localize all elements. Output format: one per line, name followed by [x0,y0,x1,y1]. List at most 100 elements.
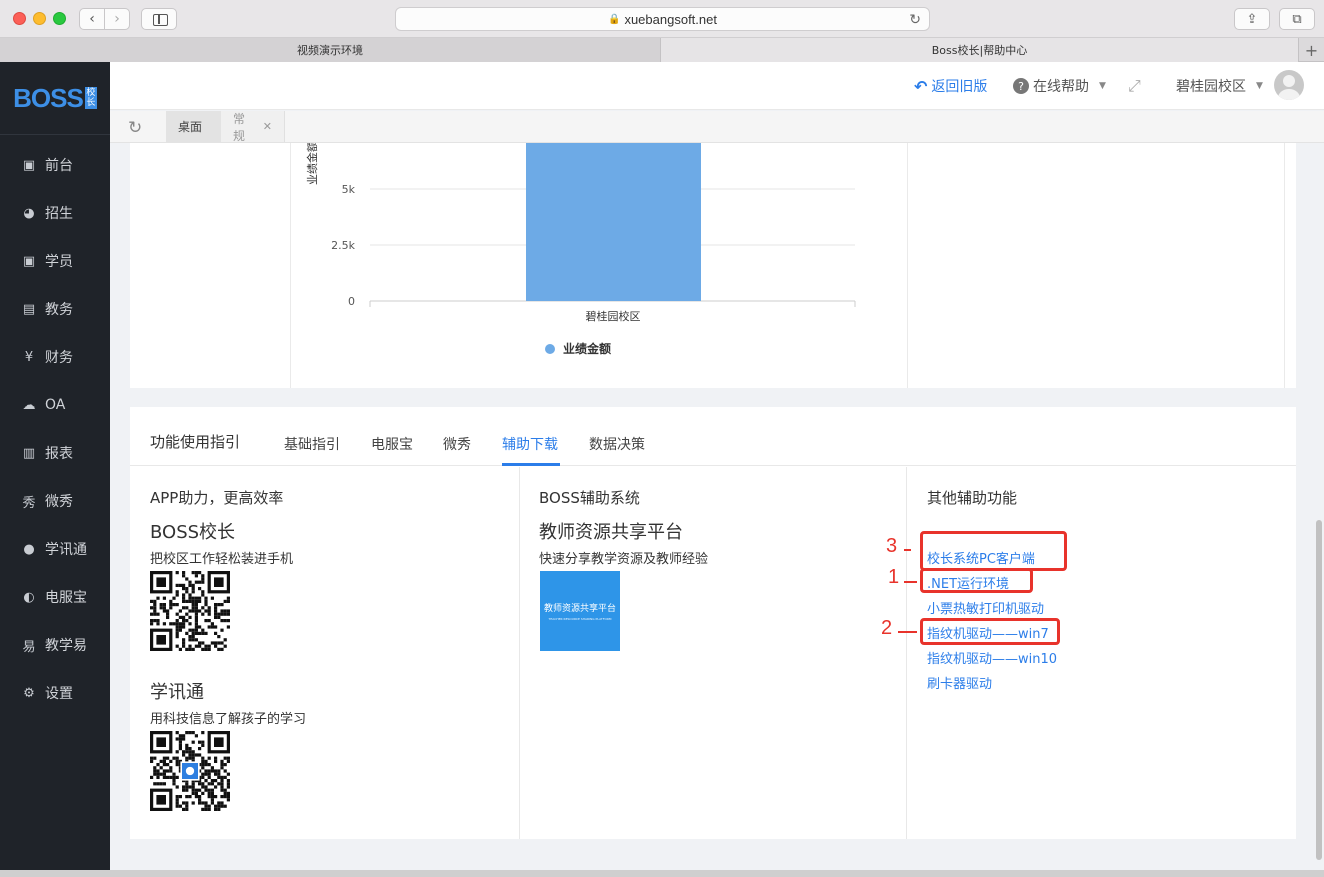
performance-bar-chart: 0 2.5k 5k 碧桂园校区 业绩金额 [305,143,856,323]
sidebar-item-frontdesk[interactable]: ▣ 前台 [0,141,110,189]
qr-module [153,766,157,770]
minimize-window-button[interactable] [33,12,46,25]
qr-module [153,772,157,776]
qr-module [198,798,202,802]
logo[interactable]: BOSS 校长 [0,62,110,135]
qr-module [201,628,205,632]
sidebar-item-enroll[interactable]: ◕ 招生 [0,189,110,237]
browser-tab[interactable]: 视频演示环境 [0,38,661,62]
tab-downloads[interactable]: 辅助下载 [502,434,558,454]
qr-module [226,599,230,603]
qr-module [185,587,189,591]
zoom-window-button[interactable] [53,12,66,25]
qr-module [223,638,227,642]
sidebar-item-weixiu[interactable]: 秀微秀 [0,477,110,525]
sidebar-item-students[interactable]: ▣ 学员 [0,237,110,285]
tab-label: 常规 [233,111,246,143]
sidebar-item-dianfubao[interactable]: ◐ 电服宝 [0,573,110,621]
qr-module [204,772,208,776]
qr-module [201,606,205,610]
download-receipt-printer-driver-link[interactable]: 小票热敏打印机驱动 [927,598,1044,617]
back-button[interactable]: ‹ [79,8,105,30]
app-sidebar: BOSS 校长 ▣ 前台 ◕ 招生 ▣ 学员 ▤ 教务 ¥ 财务 ☁ OA ▥ 报表 秀微秀 ●… [0,62,110,877]
tab-weixiu[interactable]: 微秀 [443,434,471,454]
qr-module [153,609,157,613]
download-card-reader-driver-link[interactable]: 刷卡器驱动 [927,673,992,692]
qr-module [210,782,214,786]
qr-module [188,628,192,632]
address-bar[interactable]: 🔒 xuebangsoft.net ↻ [395,7,930,31]
campus-selector[interactable]: 碧桂园校区 ▼ [1176,76,1263,96]
sidebar-item-academic[interactable]: ▤ 教务 [0,285,110,333]
qr-module [217,635,221,639]
divider [906,467,907,839]
location-icon: ● [23,541,35,557]
qr-module [175,593,179,597]
avatar[interactable] [1274,70,1304,100]
qr-module [217,782,221,786]
sidebar-item-jiaoxueyi[interactable]: 易教学易 [0,621,110,669]
qr-module [191,756,195,760]
close-window-button[interactable] [13,12,26,25]
sidebar-item-finance[interactable]: ¥ 财务 [0,333,110,381]
qr-module [166,609,170,613]
qr-module [178,740,182,744]
annotation-arrow [904,581,917,583]
qr-module [169,603,173,607]
sidebar-item-label: 财务 [45,350,73,366]
qr-module [226,619,230,623]
sidebar-toggle-button[interactable] [141,8,177,30]
qr-module [175,798,179,802]
tab-normal[interactable]: 常规 ✕ [221,111,285,143]
qr-module [210,791,214,795]
tab-dianfubao[interactable]: 电服宝 [371,434,413,454]
chart-legend[interactable]: 业绩金额 [545,340,611,357]
show-tabs-button[interactable]: ⧉ [1279,8,1315,30]
app-description: 用科技信息了解孩子的学习 [150,712,307,727]
download-fingerprint-win10-link[interactable]: 指纹机驱动——win10 [927,648,1057,667]
refresh-icon[interactable]: ↻ [128,118,142,138]
close-icon[interactable]: ✕ [263,120,272,133]
qr-module [185,731,189,735]
back-to-old-version-button[interactable]: ↶ 返回旧版 [914,76,987,96]
forward-button[interactable]: › [104,8,130,30]
qr-module [214,631,218,635]
fullscreen-icon[interactable]: ⤢ [1128,76,1141,96]
reload-icon[interactable]: ↻ [909,11,921,28]
online-help-dropdown[interactable]: ? 在线帮助 ▼ [1013,76,1106,96]
tab-data-decision[interactable]: 数据决策 [589,434,645,454]
new-tab-button[interactable]: + [1298,38,1324,62]
qr-module [182,807,186,811]
sidebar-item-oa[interactable]: ☁ OA [0,381,110,429]
x-tick-label: 碧桂园校区 [586,309,641,323]
sidebar-item-xuexuntong[interactable]: ● 学讯通 [0,525,110,573]
qr-module [175,750,179,754]
qr-module [198,788,202,792]
qr-module [204,631,208,635]
qr-module [182,574,186,578]
share-button[interactable]: ⇪ [1234,8,1270,30]
qr-module [194,644,198,648]
caret-down-icon: ▼ [1099,81,1106,91]
qr-module [207,795,211,799]
qr-module [223,763,227,767]
qr-module [226,798,230,802]
tab-basic-guide[interactable]: 基础指引 [284,434,340,454]
qr-module [175,756,179,760]
qr-module [185,804,189,808]
section-heading: 其他辅助功能 [927,489,1018,507]
sidebar-item-reports[interactable]: ▥ 报表 [0,429,110,477]
teacher-platform-image[interactable]: 教师资源共享平台 TEACHER RESOURCE SHARING PLATFO… [540,571,620,651]
qr-module [220,641,224,645]
browser-tab[interactable]: Boss校长|帮助中心 [661,38,1298,62]
vertical-scrollbar[interactable] [1316,520,1322,860]
annotation-box [920,618,1060,645]
tab-desktop[interactable]: 桌面 [166,111,221,142]
qr-module [169,606,173,610]
qr-module [194,606,198,610]
qr-module [207,769,211,773]
annotation-arrow [904,549,911,551]
horizontal-scrollbar[interactable] [0,870,1324,877]
qr-module [204,609,208,613]
sidebar-item-settings[interactable]: ⚙ 设置 [0,669,110,717]
